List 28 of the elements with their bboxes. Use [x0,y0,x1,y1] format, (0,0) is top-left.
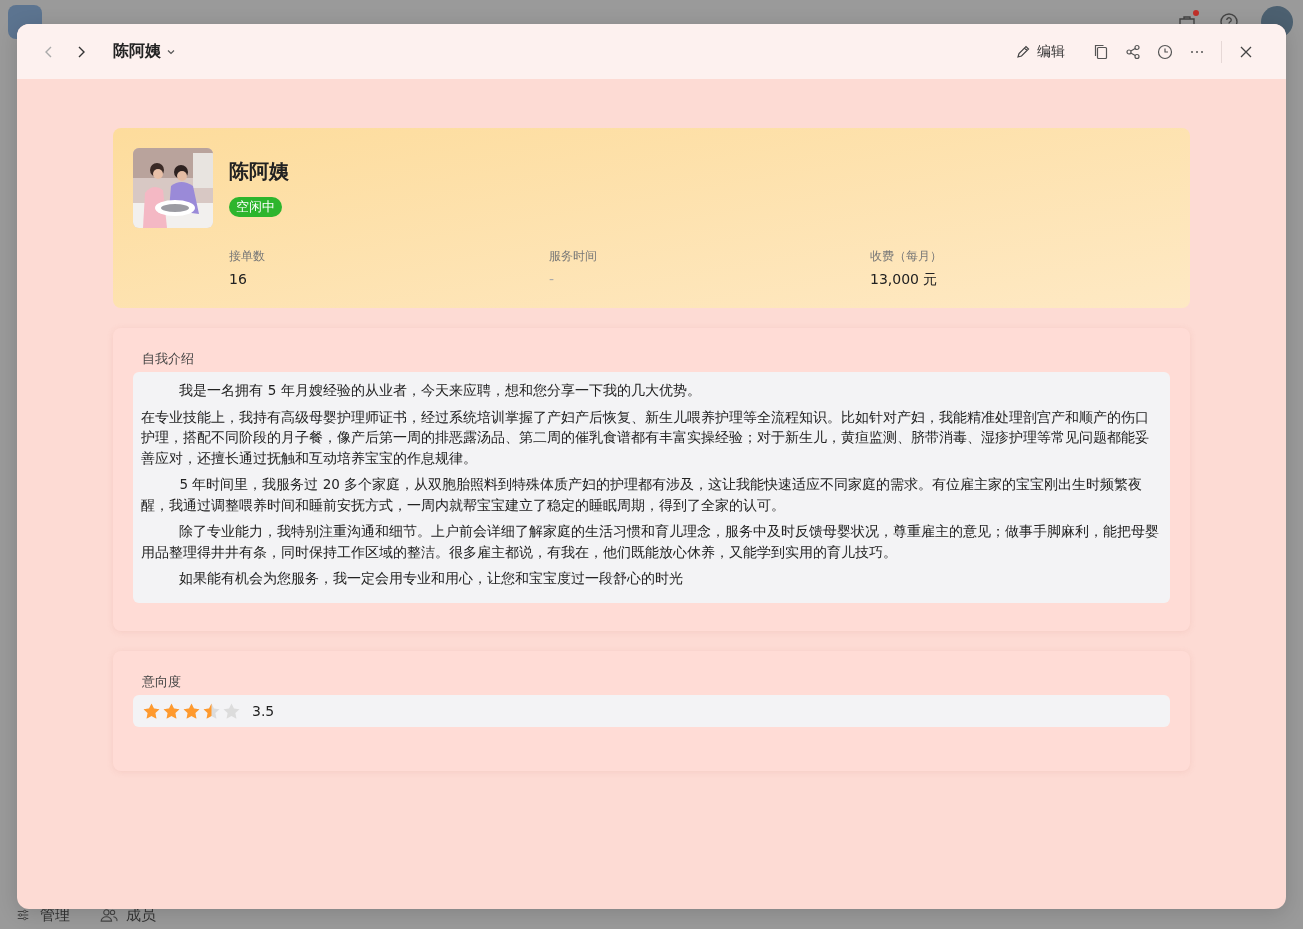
people-icon[interactable] [100,908,118,922]
field-label: 意向度 [141,672,181,691]
intro-paragraph: 如果能有机会为您服务，我一定会用专业和用心，让您和宝宝度过一段舒心的时光 [178,569,685,588]
edit-button[interactable]: 编辑 [1011,38,1069,65]
stat-value: - [549,271,556,287]
stat-label: 收费（每月） [870,248,943,265]
star-icon [183,702,200,719]
field-label: 自我介绍 [141,350,194,368]
intro-paragraph: 除了专业能力，我特别注重沟通和细节。上户前会详细了解家庭的生活习惯和育儿理念，服务中及时反馈母婴状况，尊重雇主的意见；做事手脚麻利，能把母婴用品整理得井井有条，同时保持工作区域的整洁。很多雇主都说，有我在，他们既能放心休养，又能学到实用的育儿技巧。 [141,522,1161,562]
stat-value: 16 [229,271,248,287]
intro-paragraph: 我是一名拥有 5 年月嫂经验的从业者，今天来应聘，想和您分享一下我的几大优势。 [178,381,702,400]
share-icon[interactable] [1125,43,1141,60]
pencil-icon [1015,43,1031,60]
profile-name: 陈阿姨 [229,158,289,185]
intro-paragraph: 5 年时间里，我服务过 20 多个家庭，从双胞胎照料到特殊体质产妇的护理都有涉及，这让我能快速适应不同家庭的需求。有位雇主家的宝宝刚出生时频繁夜醒，我通过调整喂养时间和睡前安抚方式，一周内就帮宝宝建立了稳定的睡眠周期，得到了全家的认可。 [141,475,1144,515]
copy-icon[interactable] [1093,43,1109,60]
stat-label: 服务时间 [549,248,598,265]
star-icon [143,702,160,719]
status-tag: 空闲中 [229,197,282,217]
star-icon [163,702,180,719]
history-icon[interactable] [1157,43,1173,60]
stat-value: 13,000 元 [870,271,939,289]
rating-value: 3.5 [252,702,275,719]
stat-label: 接单数 [229,248,266,265]
star-icon [223,702,240,719]
intro-paragraph: 在专业技能上，我持有高级母婴护理师证书，经过系统培训掌握了产妇产后恢复、新生儿喂养护理等全流程知识。比如针对产妇，我能精准处理剖宫产和顺产的伤口护理，搭配不同阶段的月子餐，像产后第一周的排恶露汤品、第二周的催乳食谱都有丰富实操经验；对于新生儿，黄疸监测、脐带消毒、湿疹护理等常见问题都能妥善应对，还擅长通过抚触和互动培养宝宝的作息规律。 [141,407,1150,468]
star-icon [203,702,220,719]
record-title[interactable]: 陈阿姨 [113,41,161,62]
